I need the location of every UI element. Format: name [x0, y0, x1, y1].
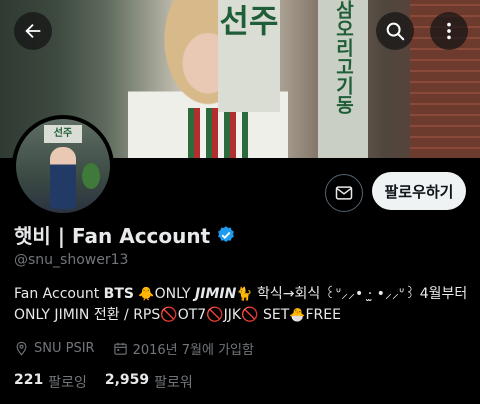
avatar-figure [50, 147, 76, 209]
search-button[interactable] [376, 12, 414, 50]
banner-jacket-stripe [188, 108, 248, 158]
followers-label[interactable]: 팔로워 [154, 372, 193, 392]
bio: Fan Account BTS 🐥ONLY JIMIN🐈 학식→회식 ꒰ᐡ⸝⸝•… [14, 284, 470, 326]
following-count[interactable]: 221 [14, 372, 43, 392]
avatar-plant [82, 163, 100, 189]
location-icon [16, 341, 27, 356]
mail-icon [335, 186, 353, 200]
followers-count[interactable]: 2,959 [105, 372, 149, 392]
display-name-row: 햇비 | Fan Account [14, 220, 236, 249]
prohibited-icon: 🚫 [160, 307, 178, 323]
message-button[interactable] [325, 174, 363, 212]
location-text: SNU PSIR [34, 341, 95, 356]
bio-text-3: ONLY JIMIN 전환 / RPS [14, 307, 161, 323]
bio-line-1: Fan Account BTS 🐥ONLY JIMIN🐈 학식→회식 ꒰ᐡ⸝⸝•… [14, 284, 470, 305]
bio-jimin: JIMIN [195, 286, 237, 302]
more-vertical-icon [447, 22, 451, 40]
bio-free: FREE [305, 307, 341, 323]
following-label[interactable]: 팔로잉 [48, 372, 87, 392]
calendar-icon [113, 342, 127, 355]
location-item: SNU PSIR [14, 341, 95, 356]
bio-ot7: OT7 [177, 307, 207, 323]
hatching-chick-emoji: 🐣 [289, 308, 306, 323]
display-name: 햇비 | Fan Account [14, 224, 211, 248]
back-arrow-icon [25, 23, 41, 39]
bio-text-2: 학식→회식 ꒰ᐡ⸝⸝• ·̫ •⸝⸝ᐡ꒱ 4월부터 [252, 286, 468, 302]
bio-line-2: ONLY JIMIN 전환 / RPS🚫OT7🚫JJK🚫 SET🐣FREE [14, 305, 470, 326]
chick-emoji: 🐥 [138, 287, 155, 302]
profile-meta: SNU PSIR 2016년 7월에 가입함 [14, 339, 272, 358]
avatar-sign: 선주 [44, 125, 82, 143]
bio-text: Fan Account [14, 286, 104, 302]
bio-set: SET [258, 307, 290, 323]
search-icon [386, 22, 405, 41]
joined-text: 2016년 7월에 가입함 [132, 343, 254, 358]
bio-bts: BTS [103, 286, 134, 302]
banner-sign-right: 삼오리고기동 [318, 0, 368, 158]
prohibited-icon: 🚫 [241, 307, 259, 323]
banner-sign-left: 선주 [218, 0, 280, 112]
back-button[interactable] [14, 12, 52, 50]
verified-badge-icon[interactable] [216, 225, 236, 245]
bio-only: ONLY [154, 286, 196, 302]
bio-jjk: JJK [223, 307, 242, 323]
follow-stats: 221 팔로잉 2,959 팔로워 [14, 372, 211, 392]
cat-emoji: 🐈 [236, 287, 253, 302]
handle: @snu_shower13 [14, 252, 129, 268]
prohibited-icon: 🚫 [206, 307, 224, 323]
more-options-button[interactable] [430, 12, 468, 50]
avatar[interactable]: 선주 [12, 115, 114, 217]
joined-item: 2016년 7월에 가입함 [113, 339, 254, 358]
follow-button[interactable]: 팔로우하기 [372, 172, 466, 210]
